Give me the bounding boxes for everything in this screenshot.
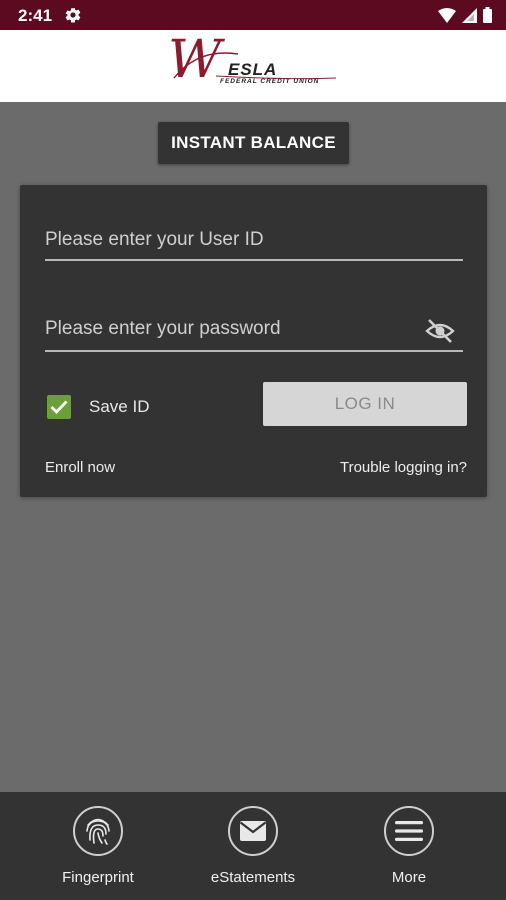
signal-icon [462, 7, 477, 23]
menu-icon [384, 806, 434, 856]
wesla-logo: W ESLA FEDERAL CREDIT UNION [168, 34, 340, 94]
save-id-checkbox[interactable] [47, 395, 71, 419]
nav-estatements[interactable]: eStatements [193, 806, 313, 886]
password-input[interactable] [45, 318, 463, 346]
nav-fingerprint-label: Fingerprint [62, 869, 134, 886]
hide-password-eye-icon[interactable] [425, 318, 455, 344]
envelope-icon [228, 806, 278, 856]
wifi-icon [438, 7, 456, 23]
instant-balance-button[interactable]: INSTANT BALANCE [158, 122, 349, 164]
status-icons [438, 7, 492, 23]
enroll-now-link[interactable]: Enroll now [45, 459, 115, 476]
nav-fingerprint[interactable]: Fingerprint [38, 806, 158, 886]
logo-subtitle: FEDERAL CREDIT UNION [220, 78, 320, 85]
userid-input[interactable] [45, 229, 463, 257]
login-card: Save ID LOG IN Enroll now Trouble loggin… [20, 185, 487, 497]
fingerprint-icon [73, 806, 123, 856]
userid-field[interactable] [45, 229, 463, 261]
battery-icon [483, 7, 492, 23]
login-button[interactable]: LOG IN [263, 382, 467, 426]
save-id-row[interactable]: Save ID [47, 395, 149, 419]
save-id-label: Save ID [89, 397, 150, 416]
trouble-logging-in-link[interactable]: Trouble logging in? [340, 459, 467, 476]
bottom-nav-bar: Fingerprint eStatements More [0, 792, 506, 900]
status-time: 2:41 [18, 6, 53, 25]
checkmark-icon [50, 400, 68, 414]
app-header: W ESLA FEDERAL CREDIT UNION [0, 30, 506, 102]
password-field[interactable] [45, 318, 463, 352]
status-bar: 2:41 [0, 0, 506, 30]
nav-more[interactable]: More [349, 806, 469, 886]
logo-name: ESLA [228, 60, 278, 79]
nav-estatements-label: eStatements [210, 869, 296, 886]
nav-more-label: More [391, 869, 427, 886]
settings-gear-icon [65, 7, 81, 23]
